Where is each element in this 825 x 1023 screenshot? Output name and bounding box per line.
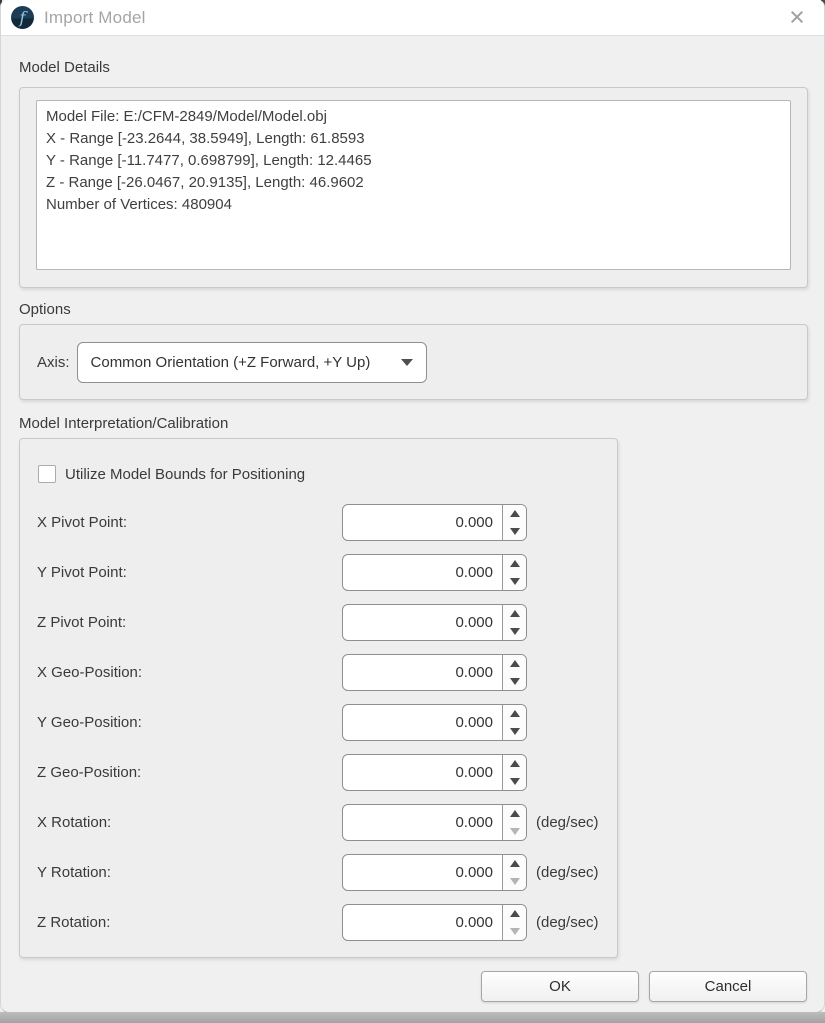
y-pivot-spinbox[interactable]: 0.000 (342, 554, 527, 591)
close-icon[interactable]: × (780, 3, 814, 33)
background-window-strip (0, 1012, 825, 1023)
units-label: (deg/sec) (536, 804, 599, 841)
spinbox-value: 0.000 (343, 605, 502, 640)
z-rotation-spinbox[interactable]: 0.000 (342, 904, 527, 941)
spin-up-icon[interactable] (503, 655, 526, 673)
spin-down-icon[interactable] (503, 823, 526, 841)
spinbox-value: 0.000 (343, 555, 502, 590)
spin-down-icon[interactable] (503, 773, 526, 791)
field-label: Z Rotation: (37, 904, 110, 941)
spin-down-icon[interactable] (503, 623, 526, 641)
screen: f Import Model × Model Details Model Fil… (0, 0, 825, 1023)
spin-down-icon[interactable] (503, 573, 526, 591)
axis-dropdown-value: Common Orientation (+Z Forward, +Y Up) (91, 354, 393, 371)
z-range-line: Z - Range [-26.0467, 20.9135], Length: 4… (46, 172, 781, 194)
spin-up-icon[interactable] (503, 805, 526, 823)
spinbox-value: 0.000 (343, 905, 502, 940)
spin-down-icon[interactable] (503, 673, 526, 691)
z-pivot-spinbox[interactable]: 0.000 (342, 604, 527, 641)
axis-row: Axis: Common Orientation (+Z Forward, +Y… (20, 325, 807, 399)
calibration-section-label: Model Interpretation/Calibration (19, 415, 228, 432)
spinner-buttons (502, 505, 526, 540)
field-row-y-pivot: Y Pivot Point: 0.000 (20, 554, 617, 591)
y-range-line: Y - Range [-11.7477, 0.698799], Length: … (46, 150, 781, 172)
field-label: X Pivot Point: (37, 504, 127, 541)
field-row-x-geo: X Geo-Position: 0.000 (20, 654, 617, 691)
field-row-x-rotation: X Rotation: 0.000 (deg/sec) (20, 804, 617, 841)
spin-up-icon[interactable] (503, 605, 526, 623)
field-label: Z Pivot Point: (37, 604, 126, 641)
x-pivot-spinbox[interactable]: 0.000 (342, 504, 527, 541)
field-label: X Geo-Position: (37, 654, 142, 691)
field-row-x-pivot: X Pivot Point: 0.000 (20, 504, 617, 541)
dialog-title: Import Model (44, 8, 146, 28)
spinner-buttons (502, 855, 526, 890)
field-row-y-rotation: Y Rotation: 0.000 (deg/sec) (20, 854, 617, 891)
chevron-down-icon (401, 359, 413, 366)
utilize-bounds-row: Utilize Model Bounds for Positioning (38, 465, 305, 483)
z-geo-spinbox[interactable]: 0.000 (342, 754, 527, 791)
field-row-z-pivot: Z Pivot Point: 0.000 (20, 604, 617, 641)
spin-up-icon[interactable] (503, 855, 526, 873)
spin-up-icon[interactable] (503, 905, 526, 923)
model-details-groupbox: Model File: E:/CFM-2849/Model/Model.obj … (19, 87, 808, 288)
spinbox-value: 0.000 (343, 755, 502, 790)
options-groupbox: Axis: Common Orientation (+Z Forward, +Y… (19, 324, 808, 400)
field-label: X Rotation: (37, 804, 111, 841)
field-row-z-geo: Z Geo-Position: 0.000 (20, 754, 617, 791)
axis-dropdown[interactable]: Common Orientation (+Z Forward, +Y Up) (77, 342, 427, 383)
spinbox-value: 0.000 (343, 805, 502, 840)
spin-up-icon[interactable] (503, 705, 526, 723)
spinner-buttons (502, 605, 526, 640)
units-label: (deg/sec) (536, 904, 599, 941)
model-details-textarea[interactable]: Model File: E:/CFM-2849/Model/Model.obj … (36, 100, 791, 270)
spinbox-value: 0.000 (343, 655, 502, 690)
utilize-bounds-checkbox[interactable] (38, 465, 56, 483)
spin-down-icon[interactable] (503, 873, 526, 891)
field-label: Z Geo-Position: (37, 754, 141, 791)
spin-down-icon[interactable] (503, 923, 526, 941)
cancel-button[interactable]: Cancel (649, 971, 807, 1002)
spinbox-value: 0.000 (343, 705, 502, 740)
model-file-line: Model File: E:/CFM-2849/Model/Model.obj (46, 106, 781, 128)
spin-up-icon[interactable] (503, 555, 526, 573)
y-rotation-spinbox[interactable]: 0.000 (342, 854, 527, 891)
spin-up-icon[interactable] (503, 755, 526, 773)
x-geo-spinbox[interactable]: 0.000 (342, 654, 527, 691)
spin-down-icon[interactable] (503, 723, 526, 741)
spinbox-value: 0.000 (343, 855, 502, 890)
spinbox-value: 0.000 (343, 505, 502, 540)
options-section-label: Options (19, 301, 71, 318)
spinner-buttons (502, 805, 526, 840)
import-model-dialog: f Import Model × Model Details Model Fil… (0, 0, 825, 1013)
axis-label: Axis: (37, 354, 70, 371)
spinner-buttons (502, 905, 526, 940)
spinner-buttons (502, 755, 526, 790)
field-label: Y Pivot Point: (37, 554, 127, 591)
field-label: Y Geo-Position: (37, 704, 142, 741)
spinner-buttons (502, 655, 526, 690)
units-label: (deg/sec) (536, 854, 599, 891)
spinner-buttons (502, 705, 526, 740)
app-logo-icon: f (11, 6, 34, 29)
spin-down-icon[interactable] (503, 523, 526, 541)
x-range-line: X - Range [-23.2644, 38.5949], Length: 6… (46, 128, 781, 150)
vertex-count-line: Number of Vertices: 480904 (46, 194, 781, 216)
field-label: Y Rotation: (37, 854, 111, 891)
field-row-y-geo: Y Geo-Position: 0.000 (20, 704, 617, 741)
spinner-buttons (502, 555, 526, 590)
utilize-bounds-label: Utilize Model Bounds for Positioning (65, 466, 305, 483)
x-rotation-spinbox[interactable]: 0.000 (342, 804, 527, 841)
calibration-groupbox: Utilize Model Bounds for Positioning X P… (19, 438, 618, 958)
ok-button[interactable]: OK (481, 971, 639, 1002)
field-row-z-rotation: Z Rotation: 0.000 (deg/sec) (20, 904, 617, 941)
title-bar: f Import Model × (1, 0, 824, 36)
model-details-section-label: Model Details (19, 59, 110, 76)
y-geo-spinbox[interactable]: 0.000 (342, 704, 527, 741)
spin-up-icon[interactable] (503, 505, 526, 523)
